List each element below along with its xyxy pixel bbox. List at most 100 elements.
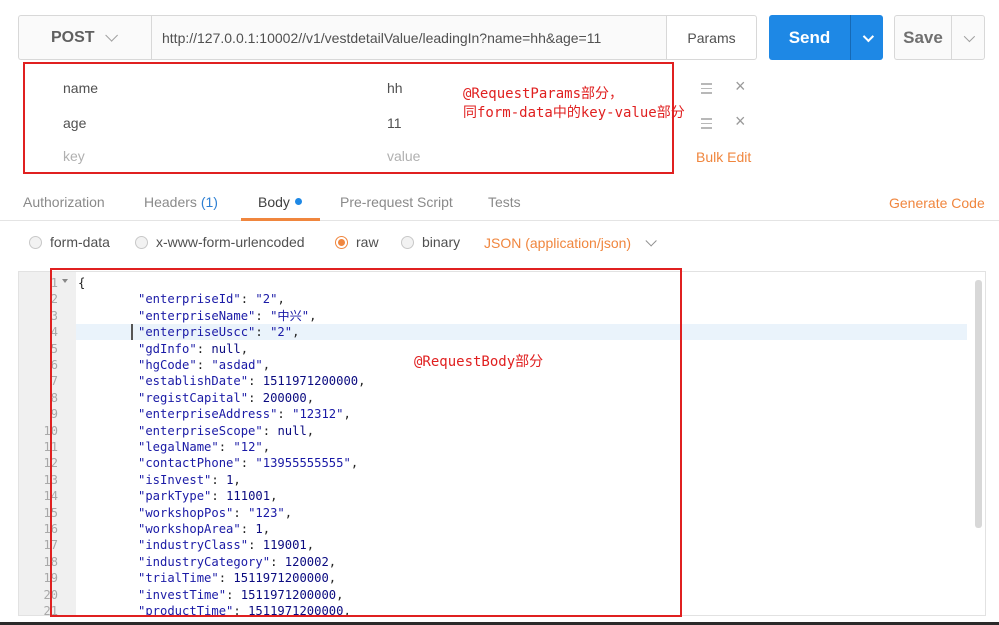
json-key: "enterpriseScope" [138,423,263,438]
headers-count-badge: (1) [200,194,218,210]
tab-body-label: Body [258,194,290,210]
json-key: "workshopPos" [138,505,234,520]
json-value: 1511971200000 [233,571,329,586]
json-key: "hgCode" [138,358,197,372]
comma: , [306,390,315,405]
code-line: "industryClass": 119001, [138,537,985,553]
params-annotation-line2: 同form-data中的key-value部分 [463,105,685,121]
line-number-gutter: 1 2 3 4 5 6 7 8 9 10 11 12 13 14 15 16 17 18 19 20 21 [19,272,76,615]
json-key: "enterpriseName" [138,308,256,323]
json-value: "2" [270,325,293,340]
json-value: null [277,423,307,438]
radio-icon[interactable] [29,235,42,249]
comma: , [262,440,271,454]
code-line: "trialTime": 1511971200000, [138,570,985,586]
param-key[interactable]: age [63,115,86,131]
colon: : [211,472,227,487]
json-value: 1 [255,522,263,536]
json-value: "12" [233,440,263,454]
url-input[interactable]: http://127.0.0.1:10002//v1/vestdetailVal… [151,15,667,60]
tab-tests[interactable]: Tests [488,194,521,210]
code-line: "registCapital": 200000, [138,390,985,406]
drag-handle-icon[interactable] [701,118,712,132]
chevron-down-icon [862,30,875,42]
save-options-button[interactable] [951,15,985,60]
params-button[interactable]: Params [666,15,757,60]
comma: , [328,571,337,586]
json-key: "investTime" [138,587,227,602]
comma: , [292,325,300,340]
json-key: "gdInfo" [138,341,197,356]
radio-icon[interactable] [135,235,148,249]
code-line: "establishDate": 1511971200000, [138,373,985,389]
json-key: "industryClass" [138,538,249,553]
code-line: "workshopArea": 1, [138,521,985,537]
body-type-form-data[interactable]: form-data [29,234,110,250]
generate-code-link[interactable]: Generate Code [889,195,985,211]
new-param-key-input[interactable]: key [63,148,85,164]
colon: : [196,358,212,372]
json-key: "enterpriseId" [138,292,241,307]
send-options-button[interactable] [850,15,883,60]
body-type-raw[interactable]: raw [335,234,379,250]
line-number: 5 [50,341,58,356]
send-button[interactable]: Send [769,15,850,60]
bulk-edit-link[interactable]: Bulk Edit [696,149,751,165]
request-tabs: Authorization Headers (1) Body Pre-reque… [0,178,999,221]
close-icon[interactable]: × [735,76,746,97]
param-value[interactable]: hh [387,80,403,96]
urlencoded-label: x-www-form-urlencoded [156,234,305,250]
tab-authorization[interactable]: Authorization [23,194,105,210]
comma: , [306,538,315,553]
body-type-urlencoded[interactable]: x-www-form-urlencoded [135,234,305,250]
json-key: "enterpriseUscc" [138,325,256,340]
form-data-label: form-data [50,234,110,250]
line-number: 1 [50,276,58,290]
raw-label: raw [356,234,379,250]
tab-headers[interactable]: Headers (1) [144,194,218,210]
binary-label: binary [422,234,461,250]
comma: , [240,341,249,356]
line-number: 18 [43,554,58,569]
json-value: 119001 [262,538,307,553]
close-icon[interactable]: × [735,111,746,132]
line-number: 16 [43,522,58,536]
radio-selected-icon[interactable] [335,235,348,249]
radio-icon[interactable] [401,235,414,249]
tab-prerequest-script[interactable]: Pre-request Script [340,194,453,210]
line-number: 21 [43,604,58,616]
param-key[interactable]: name [63,80,98,96]
comma: , [350,456,359,471]
comma: , [343,604,351,616]
code-line: "workshopPos": "123", [138,505,985,521]
colon: : [240,522,256,536]
param-row-new: key value [25,140,765,174]
colon: : [248,374,263,389]
comma: , [270,489,278,504]
body-type-binary[interactable]: binary [401,234,460,250]
method-select[interactable]: POST [18,15,151,60]
body-editor[interactable]: 1 2 3 4 5 6 7 8 9 10 11 12 13 14 15 16 17 18 19 20 21 {"ente… [18,271,986,616]
new-param-value-input[interactable]: value [387,148,420,164]
drag-handle-icon[interactable] [701,83,712,97]
save-button[interactable]: Save [894,15,951,60]
line-number: 19 [43,571,58,586]
line-number: 14 [43,489,58,504]
json-value: "123" [248,505,285,520]
comma: , [358,374,366,389]
tab-body[interactable]: Body [258,194,302,210]
comma: , [262,522,271,536]
colon: : [240,292,256,307]
chevron-down-icon [963,30,976,42]
code-line: "investTime": 1511971200000, [138,587,985,603]
line-number: 17 [43,538,58,553]
params-annotation-note: @RequestParams部分， 同form-data中的key-value部分 [463,85,685,123]
fold-toggle-icon[interactable] [62,279,68,283]
colon: : [248,538,263,553]
editor-scrollbar[interactable] [975,280,982,528]
content-type-select[interactable]: JSON (application/json) [484,235,657,251]
chevron-down-icon [645,235,657,247]
param-value[interactable]: 11 [387,115,402,131]
json-value: "2" [255,292,278,307]
line-number: 7 [50,374,58,389]
